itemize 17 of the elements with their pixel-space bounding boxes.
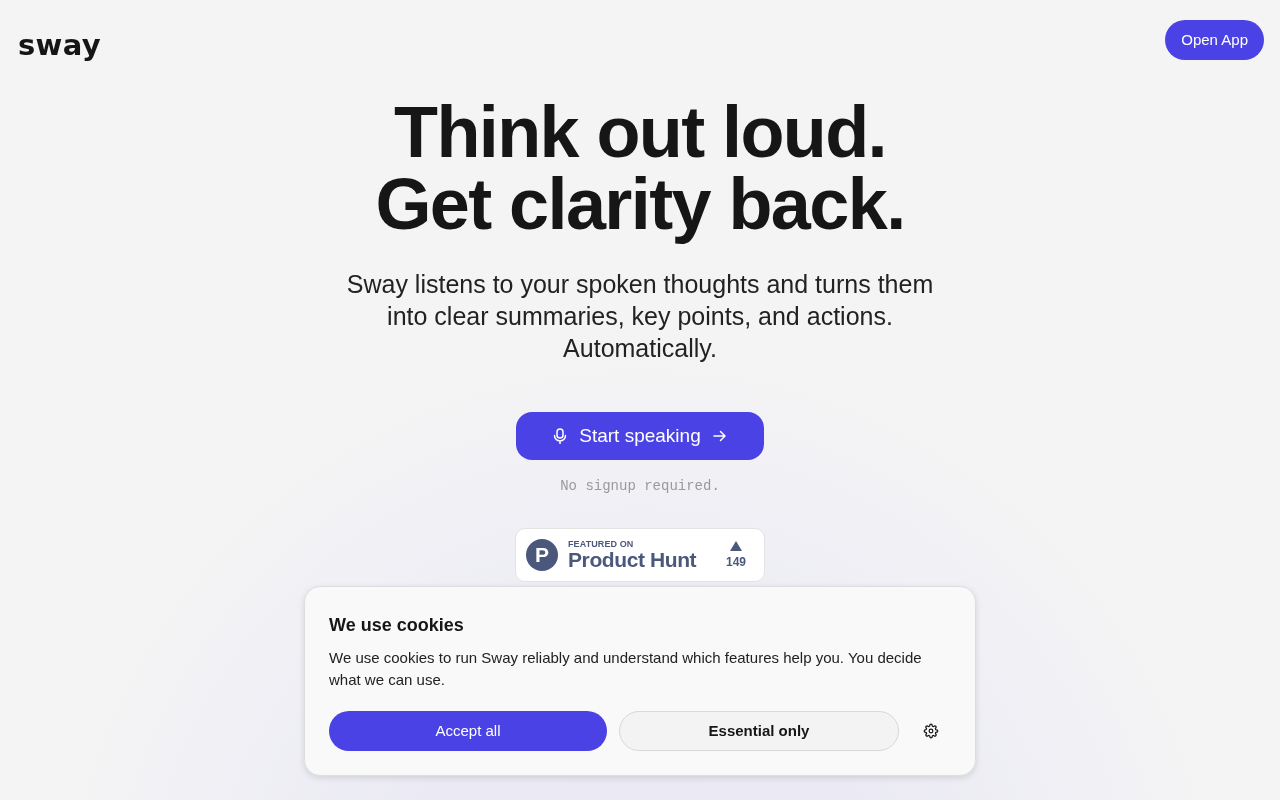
- product-hunt-logo: P: [526, 539, 558, 571]
- settings-icon: [923, 723, 939, 739]
- product-hunt-name: Product Hunt: [568, 549, 698, 571]
- accept-all-button[interactable]: Accept all: [329, 711, 607, 751]
- featured-on-label: FEATURED ON: [568, 539, 635, 549]
- microphone-icon: [553, 428, 568, 444]
- sway-logo: sway: [18, 31, 101, 60]
- start-speaking-button[interactable]: Start speaking: [516, 412, 764, 460]
- cookie-description: We use cookies to run Sway reliably and understand which features help you. You decide what we can use.: [329, 648, 923, 690]
- cookie-title: We use cookies: [329, 614, 465, 637]
- essential-only-button[interactable]: Essential only: [619, 711, 899, 751]
- open-app-button[interactable]: Open App: [1165, 20, 1264, 60]
- upvote-triangle-icon: [730, 541, 742, 551]
- no-signup-note: No signup required.: [560, 477, 720, 495]
- arrow-right-icon: [712, 430, 727, 442]
- subtitle: Sway listens to your spoken thoughts and turns them into clear summaries, key points, and actions. Automatically.: [345, 269, 935, 364]
- vote-count: 149: [726, 555, 746, 569]
